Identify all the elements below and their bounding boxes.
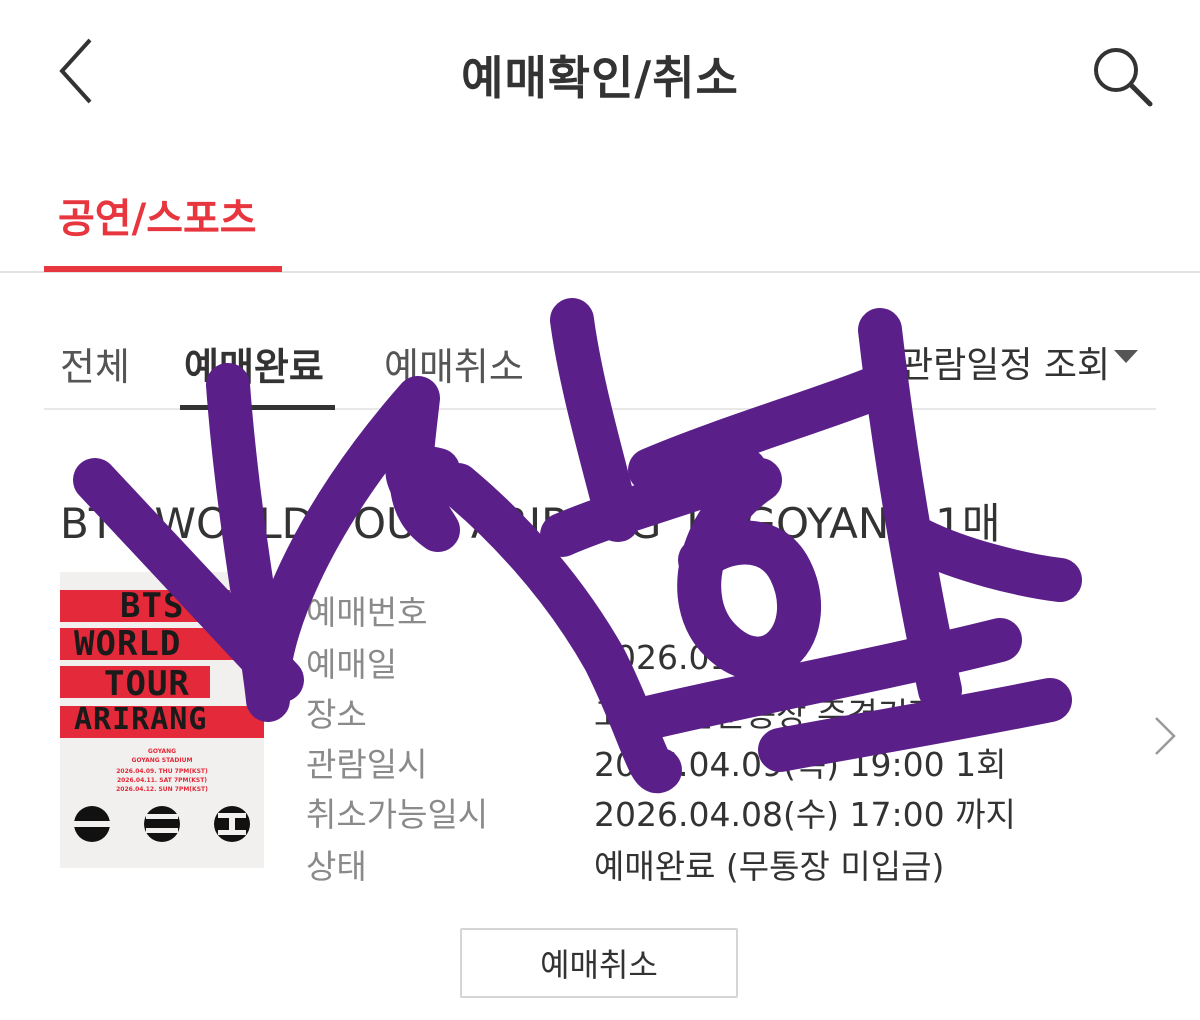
poster-logo <box>74 806 250 842</box>
booking-date-label: 예매일 <box>306 645 398 684</box>
venue-label: 장소 <box>306 695 367 734</box>
poster-date: 2026.04.12. SUN 7PM(KST) <box>116 786 208 793</box>
status-label: 상태 <box>306 847 367 886</box>
cancel-booking-button[interactable]: 예매취소 <box>460 928 738 998</box>
schedule-filter-dropdown[interactable]: 관람일정 조회 <box>900 336 1110 388</box>
poster-line: BTS <box>120 586 185 626</box>
event-poster[interactable]: BTS WORLD TOUR ARIRANG GOYANG GOYANG STA… <box>60 572 264 868</box>
tab-all[interactable]: 전체 <box>60 336 130 391</box>
tab-booking-complete[interactable]: 예매완료 <box>184 336 324 391</box>
tab-performance-sports[interactable]: 공연/스포츠 <box>58 186 257 244</box>
cancel-deadline-label: 취소가능일시 <box>306 795 489 834</box>
chevron-right-icon <box>1155 717 1176 755</box>
show-datetime-label: 관람일시 <box>306 745 428 784</box>
status-value: 예매완료 (무통장 미입금) <box>594 847 945 886</box>
sub-tab-indicator <box>180 405 335 410</box>
poster-line: TOUR <box>104 664 190 704</box>
poster-date: 2026.04.09. THU 7PM(KST) <box>116 768 208 775</box>
booking-detail-button[interactable] <box>1150 714 1180 758</box>
scribble-stroke <box>628 368 892 492</box>
booking-date-value: 2026.01.22 <box>594 638 783 677</box>
venue-value: 고양종합운동장 주경기장 <box>594 695 939 734</box>
search-icon <box>1094 48 1153 107</box>
page-title: 예매확인/취소 <box>461 51 739 105</box>
event-title[interactable]: BTS WORLD TOUR 'ARIRANG' IN GOYANG 1매 <box>60 490 1001 551</box>
poster-line: WORLD <box>74 624 182 664</box>
tab-booking-cancelled[interactable]: 예매취소 <box>384 336 524 391</box>
poster-venue: GOYANG <box>147 748 177 755</box>
caret-down-icon <box>1114 350 1138 363</box>
booking-number-label: 예매번호 <box>306 593 428 632</box>
poster-line: ARIRANG <box>74 702 208 737</box>
poster-stadium: GOYANG STADIUM <box>131 757 193 764</box>
category-tab-indicator <box>44 266 282 272</box>
search-button[interactable] <box>1088 42 1158 112</box>
cancel-deadline-value: 2026.04.08(수) 17:00 까지 <box>594 795 1016 834</box>
poster-date: 2026.04.11. SAT 7PM(KST) <box>116 777 208 784</box>
show-datetime-value: 2026.04.09(목) 19:00 1회 <box>594 745 1007 784</box>
